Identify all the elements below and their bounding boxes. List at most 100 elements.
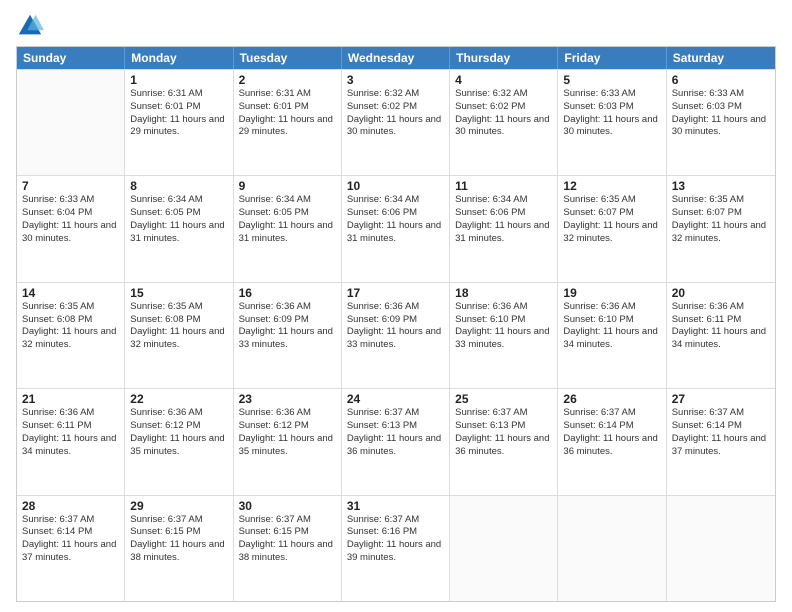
calendar-cell: 26Sunrise: 6:37 AM Sunset: 6:14 PM Dayli… — [558, 389, 666, 494]
day-number: 5 — [563, 73, 660, 87]
calendar-cell: 1Sunrise: 6:31 AM Sunset: 6:01 PM Daylig… — [125, 70, 233, 175]
calendar-cell: 7Sunrise: 6:33 AM Sunset: 6:04 PM Daylig… — [17, 176, 125, 281]
calendar-cell: 2Sunrise: 6:31 AM Sunset: 6:01 PM Daylig… — [234, 70, 342, 175]
day-info: Sunrise: 6:31 AM Sunset: 6:01 PM Dayligh… — [239, 88, 336, 139]
day-info: Sunrise: 6:34 AM Sunset: 6:06 PM Dayligh… — [347, 194, 444, 245]
calendar-cell: 30Sunrise: 6:37 AM Sunset: 6:15 PM Dayli… — [234, 496, 342, 601]
day-info: Sunrise: 6:37 AM Sunset: 6:14 PM Dayligh… — [672, 407, 770, 458]
calendar-cell: 10Sunrise: 6:34 AM Sunset: 6:06 PM Dayli… — [342, 176, 450, 281]
day-number: 10 — [347, 179, 444, 193]
day-number: 29 — [130, 499, 227, 513]
day-number: 30 — [239, 499, 336, 513]
day-number: 18 — [455, 286, 552, 300]
day-number: 20 — [672, 286, 770, 300]
calendar-cell: 15Sunrise: 6:35 AM Sunset: 6:08 PM Dayli… — [125, 283, 233, 388]
calendar-cell — [667, 496, 775, 601]
day-info: Sunrise: 6:36 AM Sunset: 6:09 PM Dayligh… — [347, 301, 444, 352]
day-number: 7 — [22, 179, 119, 193]
day-info: Sunrise: 6:34 AM Sunset: 6:05 PM Dayligh… — [239, 194, 336, 245]
day-info: Sunrise: 6:36 AM Sunset: 6:09 PM Dayligh… — [239, 301, 336, 352]
calendar-cell: 25Sunrise: 6:37 AM Sunset: 6:13 PM Dayli… — [450, 389, 558, 494]
calendar-cell: 31Sunrise: 6:37 AM Sunset: 6:16 PM Dayli… — [342, 496, 450, 601]
calendar-cell: 6Sunrise: 6:33 AM Sunset: 6:03 PM Daylig… — [667, 70, 775, 175]
calendar-cell: 12Sunrise: 6:35 AM Sunset: 6:07 PM Dayli… — [558, 176, 666, 281]
day-number: 22 — [130, 392, 227, 406]
calendar-cell: 5Sunrise: 6:33 AM Sunset: 6:03 PM Daylig… — [558, 70, 666, 175]
day-number: 21 — [22, 392, 119, 406]
day-info: Sunrise: 6:35 AM Sunset: 6:08 PM Dayligh… — [130, 301, 227, 352]
day-info: Sunrise: 6:37 AM Sunset: 6:14 PM Dayligh… — [22, 514, 119, 565]
day-info: Sunrise: 6:36 AM Sunset: 6:10 PM Dayligh… — [563, 301, 660, 352]
day-info: Sunrise: 6:36 AM Sunset: 6:11 PM Dayligh… — [22, 407, 119, 458]
day-number: 8 — [130, 179, 227, 193]
day-info: Sunrise: 6:35 AM Sunset: 6:07 PM Dayligh… — [672, 194, 770, 245]
calendar-header-cell: Friday — [558, 47, 666, 69]
day-info: Sunrise: 6:33 AM Sunset: 6:04 PM Dayligh… — [22, 194, 119, 245]
day-info: Sunrise: 6:32 AM Sunset: 6:02 PM Dayligh… — [455, 88, 552, 139]
calendar-header-cell: Thursday — [450, 47, 558, 69]
calendar-body: 1Sunrise: 6:31 AM Sunset: 6:01 PM Daylig… — [17, 69, 775, 601]
calendar-cell: 24Sunrise: 6:37 AM Sunset: 6:13 PM Dayli… — [342, 389, 450, 494]
day-number: 25 — [455, 392, 552, 406]
calendar-row: 1Sunrise: 6:31 AM Sunset: 6:01 PM Daylig… — [17, 69, 775, 175]
logo-icon — [16, 12, 44, 40]
day-info: Sunrise: 6:33 AM Sunset: 6:03 PM Dayligh… — [563, 88, 660, 139]
calendar-header-cell: Sunday — [17, 47, 125, 69]
calendar-cell: 23Sunrise: 6:36 AM Sunset: 6:12 PM Dayli… — [234, 389, 342, 494]
calendar-cell — [17, 70, 125, 175]
calendar-header-cell: Saturday — [667, 47, 775, 69]
calendar-header-cell: Tuesday — [234, 47, 342, 69]
day-number: 27 — [672, 392, 770, 406]
calendar-row: 7Sunrise: 6:33 AM Sunset: 6:04 PM Daylig… — [17, 175, 775, 281]
day-number: 28 — [22, 499, 119, 513]
day-info: Sunrise: 6:37 AM Sunset: 6:14 PM Dayligh… — [563, 407, 660, 458]
calendar-row: 21Sunrise: 6:36 AM Sunset: 6:11 PM Dayli… — [17, 388, 775, 494]
day-info: Sunrise: 6:32 AM Sunset: 6:02 PM Dayligh… — [347, 88, 444, 139]
calendar-cell: 21Sunrise: 6:36 AM Sunset: 6:11 PM Dayli… — [17, 389, 125, 494]
day-number: 23 — [239, 392, 336, 406]
day-info: Sunrise: 6:37 AM Sunset: 6:13 PM Dayligh… — [455, 407, 552, 458]
day-number: 26 — [563, 392, 660, 406]
day-number: 31 — [347, 499, 444, 513]
calendar-cell — [558, 496, 666, 601]
calendar-row: 28Sunrise: 6:37 AM Sunset: 6:14 PM Dayli… — [17, 495, 775, 601]
calendar-cell: 18Sunrise: 6:36 AM Sunset: 6:10 PM Dayli… — [450, 283, 558, 388]
day-info: Sunrise: 6:34 AM Sunset: 6:05 PM Dayligh… — [130, 194, 227, 245]
day-number: 17 — [347, 286, 444, 300]
calendar-cell: 14Sunrise: 6:35 AM Sunset: 6:08 PM Dayli… — [17, 283, 125, 388]
day-number: 19 — [563, 286, 660, 300]
header — [16, 10, 776, 40]
day-info: Sunrise: 6:37 AM Sunset: 6:15 PM Dayligh… — [239, 514, 336, 565]
calendar-cell: 3Sunrise: 6:32 AM Sunset: 6:02 PM Daylig… — [342, 70, 450, 175]
day-info: Sunrise: 6:35 AM Sunset: 6:07 PM Dayligh… — [563, 194, 660, 245]
day-info: Sunrise: 6:36 AM Sunset: 6:12 PM Dayligh… — [130, 407, 227, 458]
calendar-cell — [450, 496, 558, 601]
day-number: 15 — [130, 286, 227, 300]
day-number: 11 — [455, 179, 552, 193]
day-info: Sunrise: 6:37 AM Sunset: 6:15 PM Dayligh… — [130, 514, 227, 565]
calendar-cell: 16Sunrise: 6:36 AM Sunset: 6:09 PM Dayli… — [234, 283, 342, 388]
calendar-cell: 8Sunrise: 6:34 AM Sunset: 6:05 PM Daylig… — [125, 176, 233, 281]
day-number: 13 — [672, 179, 770, 193]
calendar-header: SundayMondayTuesdayWednesdayThursdayFrid… — [17, 47, 775, 69]
calendar-cell: 11Sunrise: 6:34 AM Sunset: 6:06 PM Dayli… — [450, 176, 558, 281]
day-info: Sunrise: 6:36 AM Sunset: 6:11 PM Dayligh… — [672, 301, 770, 352]
calendar-cell: 20Sunrise: 6:36 AM Sunset: 6:11 PM Dayli… — [667, 283, 775, 388]
day-info: Sunrise: 6:34 AM Sunset: 6:06 PM Dayligh… — [455, 194, 552, 245]
day-info: Sunrise: 6:33 AM Sunset: 6:03 PM Dayligh… — [672, 88, 770, 139]
day-info: Sunrise: 6:36 AM Sunset: 6:10 PM Dayligh… — [455, 301, 552, 352]
day-number: 2 — [239, 73, 336, 87]
calendar-cell: 4Sunrise: 6:32 AM Sunset: 6:02 PM Daylig… — [450, 70, 558, 175]
calendar-cell: 29Sunrise: 6:37 AM Sunset: 6:15 PM Dayli… — [125, 496, 233, 601]
day-number: 12 — [563, 179, 660, 193]
day-info: Sunrise: 6:36 AM Sunset: 6:12 PM Dayligh… — [239, 407, 336, 458]
calendar: SundayMondayTuesdayWednesdayThursdayFrid… — [16, 46, 776, 602]
calendar-row: 14 Sunrise: 6:35 AM Sunset: 6:08 PM Dayli… — [17, 282, 775, 388]
calendar-header-cell: Wednesday — [342, 47, 450, 69]
calendar-cell: 17Sunrise: 6:36 AM Sunset: 6:09 PM Dayli… — [342, 283, 450, 388]
day-info: Sunrise: 6:37 AM Sunset: 6:16 PM Dayligh… — [347, 514, 444, 565]
calendar-cell: 9Sunrise: 6:34 AM Sunset: 6:05 PM Daylig… — [234, 176, 342, 281]
logo — [16, 10, 48, 40]
day-number: 14 — [22, 286, 119, 300]
calendar-cell: 27Sunrise: 6:37 AM Sunset: 6:14 PM Dayli… — [667, 389, 775, 494]
